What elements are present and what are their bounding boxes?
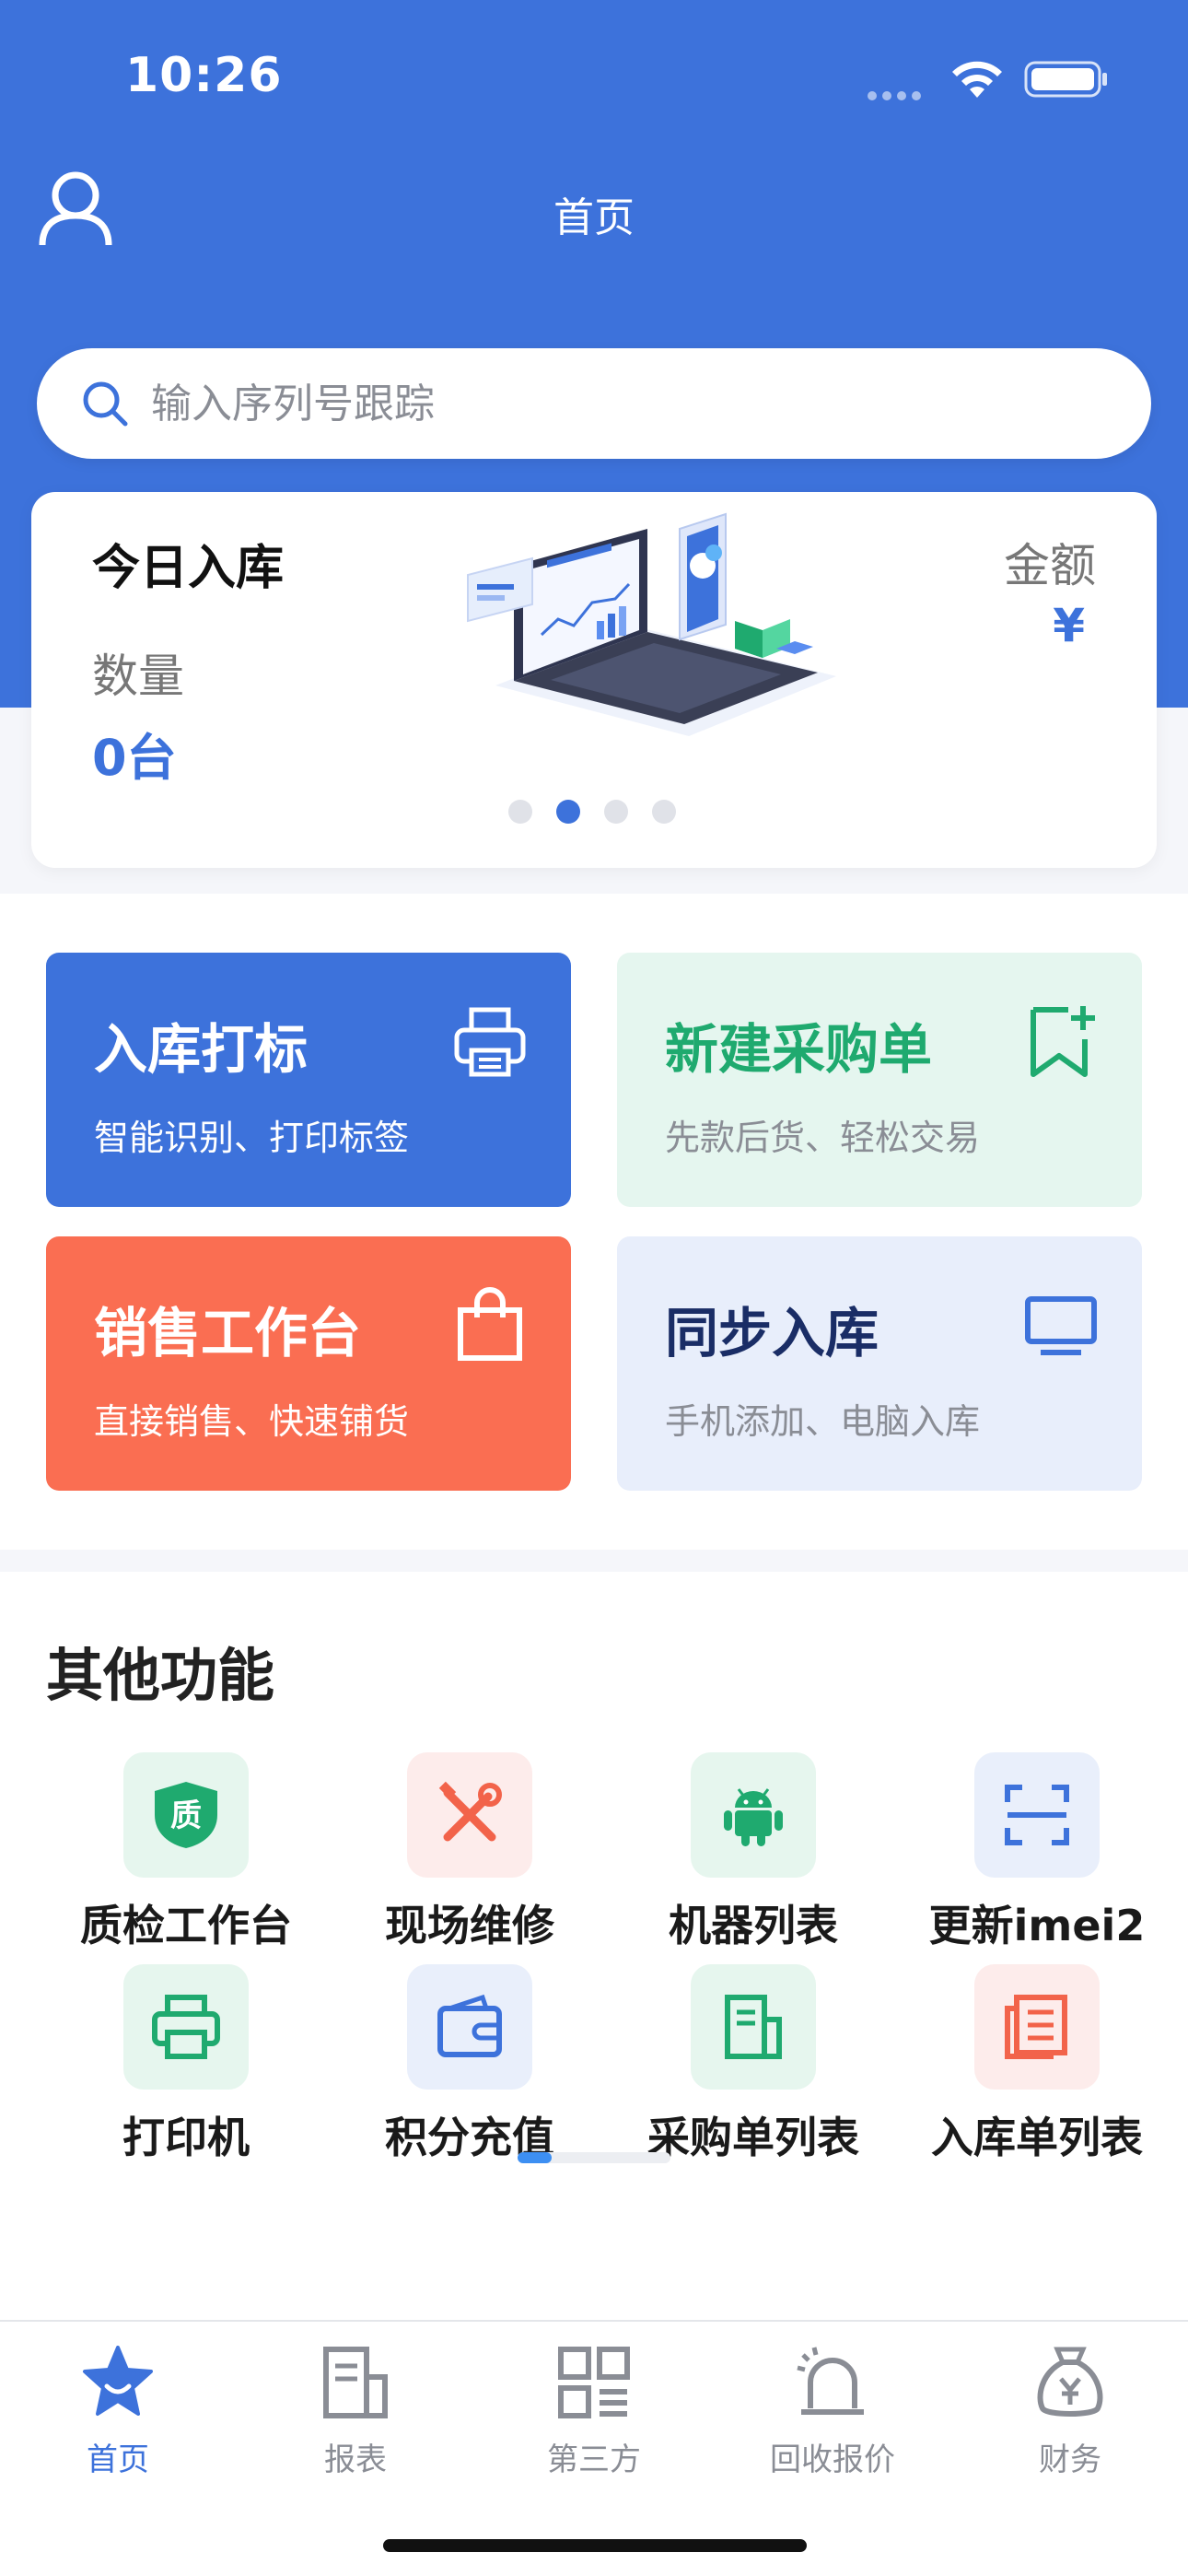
function-machine-list[interactable]: 机器列表	[615, 1752, 891, 1964]
battery-icon	[1024, 61, 1107, 98]
function-label: 打印机	[122, 2113, 250, 2162]
search-input[interactable]	[151, 348, 1109, 459]
action-title: 销售工作台	[94, 1302, 362, 1364]
grid-icon	[558, 2347, 630, 2418]
function-icon-tile	[407, 1752, 532, 1878]
tab-finance[interactable]: 财务	[969, 2340, 1171, 2478]
repair-tools-icon	[438, 1781, 502, 1842]
function-update-imei2[interactable]: 更新imei2	[899, 1752, 1175, 1964]
scan-frame-icon	[1005, 1785, 1069, 1845]
card-title: 今日入库	[92, 541, 285, 596]
quantity-label: 数量	[92, 650, 184, 703]
action-subtitle: 先款后货、轻松交易	[665, 1118, 981, 1158]
quantity-value: 0台	[92, 729, 177, 787]
list-document-icon	[1005, 1995, 1067, 2059]
function-onsite-repair[interactable]: 现场维修	[332, 1752, 608, 1964]
action-subtitle: 智能识别、打印标签	[94, 1118, 410, 1158]
action-title: 新建采购单	[665, 1018, 933, 1081]
search-icon	[83, 381, 128, 427]
function-points-recharge[interactable]: 积分充值	[332, 1964, 608, 2176]
alarm-bell-icon	[797, 2347, 864, 2415]
report-icon	[323, 2347, 388, 2418]
carousel-dot[interactable]	[604, 800, 628, 824]
tab-reports[interactable]: 报表	[254, 2340, 457, 2478]
function-icon-tile	[691, 1752, 816, 1878]
inbound-labeling-button[interactable]: 入库打标 智能识别、打印标签	[46, 953, 571, 1207]
android-icon	[724, 1788, 783, 1846]
other-functions-panel: 其他功能 质 质检工作台 现场维修 机器列表 更新imei2 打印机 积分充值 …	[0, 1572, 1188, 2320]
shopping-bag-icon	[458, 1287, 522, 1361]
tab-label: 财务	[1039, 2441, 1101, 2478]
tab-label: 首页	[87, 2441, 149, 2478]
quality-shield-icon: 质	[155, 1782, 217, 1848]
action-subtitle: 手机添加、电脑入库	[665, 1401, 981, 1442]
function-label: 机器列表	[669, 1901, 838, 1950]
tab-home[interactable]: 首页	[17, 2340, 219, 2478]
function-printer[interactable]: 打印机	[48, 1964, 324, 2176]
function-label: 更新imei2	[928, 1901, 1146, 1950]
carousel-dot[interactable]	[508, 800, 532, 824]
function-inbound-order-list[interactable]: 入库单列表	[899, 1964, 1175, 2176]
money-bag-icon	[1037, 2347, 1103, 2417]
action-title: 同步入库	[665, 1302, 879, 1364]
document-icon	[725, 1995, 782, 2059]
tab-third-party[interactable]: 第三方	[493, 2340, 695, 2478]
section-title: 其他功能	[46, 1642, 275, 1709]
function-icon-tile	[407, 1964, 532, 2090]
function-quality-check[interactable]: 质 质检工作台	[48, 1752, 324, 1964]
action-title: 入库打标	[94, 1018, 309, 1081]
search-bar[interactable]	[37, 348, 1151, 459]
page-title: 首页	[553, 194, 635, 241]
function-label: 现场维修	[385, 1901, 554, 1950]
carousel-dot-active[interactable]	[556, 800, 580, 824]
cellular-signal-icon	[868, 87, 926, 100]
functions-pager-thumb[interactable]	[518, 2152, 552, 2163]
function-label: 入库单列表	[931, 2113, 1143, 2162]
function-icon-tile	[123, 1964, 249, 2090]
today-inbound-card[interactable]: 今日入库 数量 0台 金额 ¥	[31, 492, 1157, 868]
functions-pager-track[interactable]	[518, 2152, 670, 2163]
printer-icon	[454, 1007, 526, 1077]
wifi-icon	[952, 61, 1002, 98]
sales-workbench-button[interactable]: 销售工作台 直接销售、快速铺货	[46, 1236, 571, 1491]
function-icon-tile	[974, 1964, 1100, 2090]
home-indicator[interactable]	[383, 2539, 807, 2552]
tab-label: 第三方	[547, 2441, 641, 2478]
carousel-dot[interactable]	[652, 800, 676, 824]
amount-label: 金额	[1004, 539, 1096, 592]
laptop-illustration	[467, 512, 836, 736]
function-label: 质检工作台	[80, 1901, 292, 1950]
tab-label: 回收报价	[770, 2441, 895, 2478]
bottom-tab-bar: 首页 报表 第三方 回收报价 财务	[0, 2320, 1188, 2576]
tab-recycle-quote[interactable]: 回收报价	[731, 2340, 934, 2478]
action-subtitle: 直接销售、快速铺货	[94, 1401, 410, 1442]
home-star-icon	[83, 2346, 153, 2416]
new-purchase-order-button[interactable]: 新建采购单 先款后货、轻松交易	[617, 953, 1142, 1207]
wallet-icon	[437, 1994, 502, 2057]
status-time: 10:26	[125, 48, 283, 103]
monitor-icon	[1025, 1296, 1097, 1355]
function-icon-tile	[974, 1752, 1100, 1878]
function-purchase-order-list[interactable]: 采购单列表	[615, 1964, 891, 2176]
quick-actions-panel: 入库打标 智能识别、打印标签 新建采购单 先款后货、轻松交易 销售工作台 直接销…	[0, 894, 1188, 1550]
quality-icon-glyph: 质	[170, 1797, 202, 1834]
tab-label: 报表	[324, 2441, 387, 2478]
bookmark-add-icon	[1031, 1006, 1095, 1077]
function-icon-tile: 质	[123, 1752, 249, 1878]
sync-inbound-button[interactable]: 同步入库 手机添加、电脑入库	[617, 1236, 1142, 1491]
function-icon-tile	[691, 1964, 816, 2090]
amount-value: ¥	[1053, 599, 1085, 652]
printer-icon	[152, 1995, 220, 2059]
